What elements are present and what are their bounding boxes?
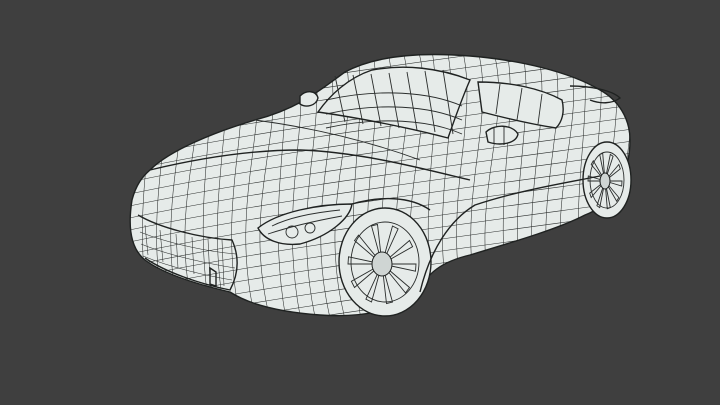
front-wheel — [338, 207, 432, 317]
viewport-3d[interactable] — [0, 0, 720, 405]
wireframe-car-model[interactable] — [0, 0, 720, 405]
rear-wheel — [582, 141, 632, 219]
